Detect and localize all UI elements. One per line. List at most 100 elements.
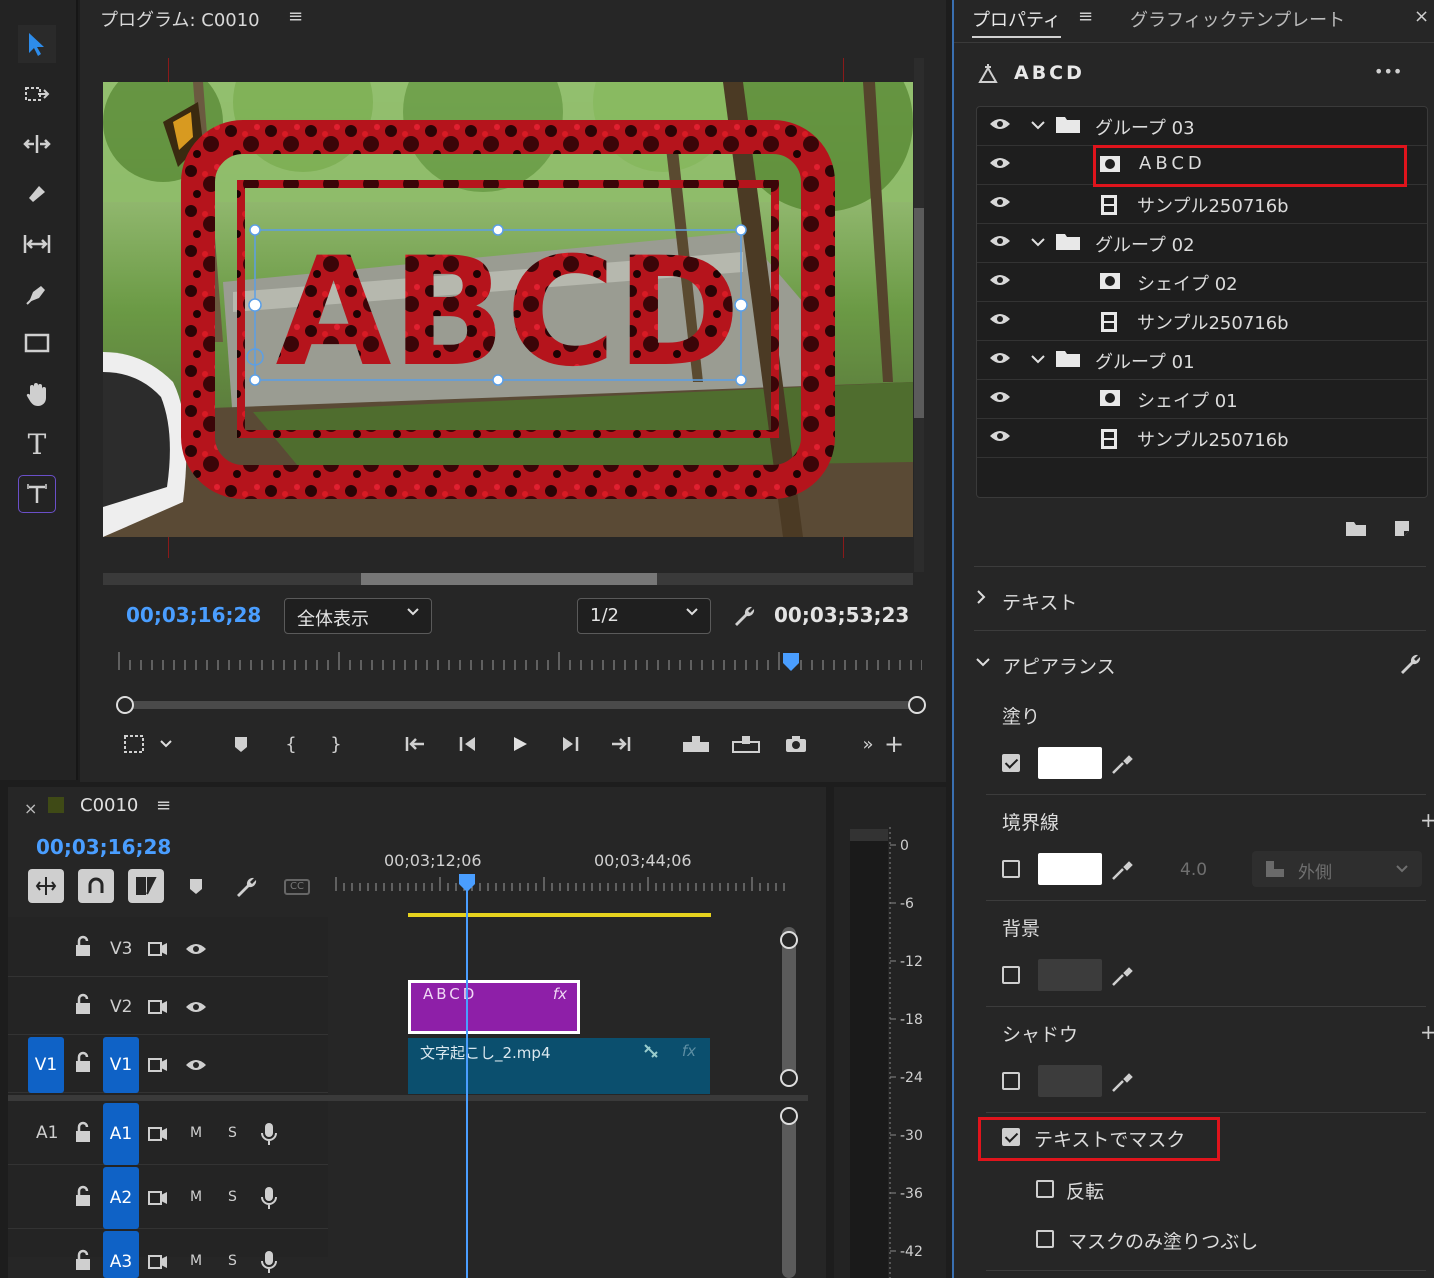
add-marker-icon[interactable] <box>226 728 256 760</box>
layer-row[interactable]: サンプル250716b <box>977 185 1427 224</box>
lock-icon[interactable] <box>74 1249 92 1275</box>
type-tool-icon[interactable]: T <box>18 425 56 463</box>
track-target-a1[interactable]: A1 <box>103 1103 139 1165</box>
solo-button[interactable]: S <box>228 1125 237 1141</box>
solo-button[interactable]: S <box>228 1189 237 1205</box>
mask-only-checkbox[interactable] <box>1036 1230 1054 1248</box>
eyedropper-icon[interactable] <box>1110 964 1134 992</box>
more-controls-icon[interactable]: » <box>856 728 880 760</box>
sequence-tab[interactable]: C0010 <box>80 795 138 816</box>
eye-icon[interactable] <box>989 194 1011 214</box>
video-frame[interactable]: ABCD <box>103 82 913 537</box>
layer-row[interactable]: グループ 01 <box>977 341 1427 380</box>
layer-row[interactable]: サンプル250716b <box>977 419 1427 458</box>
add-button-icon[interactable]: + <box>882 728 906 760</box>
layer-row[interactable]: グループ 02 <box>977 224 1427 263</box>
slip-tool-icon[interactable] <box>18 225 56 263</box>
rectangle-tool-icon[interactable] <box>18 325 56 363</box>
fill-checkbox[interactable] <box>1002 754 1020 772</box>
layer-row[interactable]: サンプル250716b <box>977 302 1427 341</box>
video-track-v1[interactable]: V1 V1 <box>8 1037 328 1093</box>
zoom-handle-left[interactable] <box>116 696 134 714</box>
vertical-scrollbar[interactable] <box>914 58 924 572</box>
audio-track-a2[interactable]: A2 M S <box>8 1167 328 1229</box>
video-track-v2[interactable]: V2 <box>8 979 328 1035</box>
stroke-checkbox[interactable] <box>1002 860 1020 878</box>
source-patch-v1[interactable]: V1 <box>28 1037 64 1093</box>
timeline-timecode[interactable]: 00;03;16;28 <box>36 835 171 859</box>
razor-tool-icon[interactable] <box>18 175 56 213</box>
lift-icon[interactable] <box>676 728 716 760</box>
playhead-handle[interactable] <box>458 873 476 897</box>
track-divider[interactable] <box>8 1095 808 1101</box>
add-shadow-icon[interactable]: + <box>1420 1020 1434 1044</box>
stroke-width-value[interactable]: 4.0 <box>1180 860 1207 880</box>
zoom-scroll-bar[interactable] <box>116 695 926 715</box>
sync-lock-icon[interactable] <box>148 1190 168 1210</box>
playhead-marker[interactable] <box>782 652 800 676</box>
track-target-a3[interactable]: A3 <box>103 1231 139 1278</box>
monitor-time-ruler[interactable] <box>116 650 923 672</box>
work-area-bar[interactable] <box>408 913 711 917</box>
close-icon[interactable]: × <box>1414 6 1429 27</box>
playhead-timecode[interactable]: 00;03;16;28 <box>126 603 261 627</box>
eye-icon[interactable] <box>989 233 1011 253</box>
sync-lock-icon[interactable] <box>148 1057 168 1077</box>
close-icon[interactable]: × <box>24 799 37 818</box>
ripple-edit-tool-icon[interactable] <box>18 125 56 163</box>
background-color-swatch[interactable] <box>1038 959 1102 991</box>
go-to-in-icon[interactable] <box>398 728 434 760</box>
solo-button[interactable]: S <box>228 1253 237 1269</box>
mask-only-label[interactable]: マスクのみ塗りつぶし <box>1068 1227 1434 1254</box>
chevron-right-icon[interactable] <box>974 588 988 610</box>
eyedropper-icon[interactable] <box>1110 858 1134 886</box>
video-track-v3[interactable]: V3 <box>8 921 328 977</box>
audio-tracks-scrollbar[interactable] <box>782 1109 796 1278</box>
captions-icon[interactable]: CC <box>284 879 310 895</box>
lock-icon[interactable] <box>74 1051 92 1077</box>
chevron-down-icon[interactable] <box>1029 230 1047 258</box>
chevron-down-icon[interactable] <box>154 728 178 760</box>
invert-label[interactable]: 反転 <box>1066 1177 1434 1204</box>
sync-lock-icon[interactable] <box>148 941 168 961</box>
microphone-icon[interactable] <box>261 1186 277 1214</box>
sync-lock-icon[interactable] <box>148 1126 168 1146</box>
chevron-down-icon[interactable] <box>1029 347 1047 375</box>
export-frame-icon[interactable] <box>776 728 816 760</box>
add-marker-icon[interactable] <box>188 877 204 899</box>
layer-row[interactable]: ABCD <box>977 145 1427 187</box>
timeline-menu-icon[interactable]: ≡ <box>156 795 171 816</box>
chevron-down-icon[interactable] <box>1029 113 1047 141</box>
new-layer-icon[interactable] <box>1392 518 1412 542</box>
track-select-tool-icon[interactable] <box>18 75 56 113</box>
audio-track-a1[interactable]: A1 A1 M S <box>8 1103 328 1165</box>
section-appearance[interactable]: アピアランス <box>1002 652 1434 679</box>
eye-icon[interactable] <box>989 350 1011 370</box>
scroll-handle[interactable] <box>780 931 798 949</box>
linked-selection-icon[interactable] <box>78 869 114 903</box>
wrench-icon[interactable] <box>234 875 258 903</box>
scroll-handle[interactable] <box>780 1069 798 1087</box>
layer-row[interactable]: シェイプ 02 <box>977 263 1427 302</box>
timeline-time-ruler[interactable] <box>334 875 794 895</box>
mark-in-icon[interactable]: { <box>276 728 306 760</box>
eye-icon[interactable] <box>989 389 1011 409</box>
lock-icon[interactable] <box>74 1185 92 1211</box>
eye-icon[interactable] <box>184 999 208 1019</box>
program-monitor-title[interactable]: プログラム: C0010 <box>100 6 260 32</box>
mark-out-icon[interactable]: } <box>321 728 351 760</box>
track-target-v1[interactable]: V1 <box>103 1037 139 1093</box>
properties-menu-icon[interactable]: ≡ <box>1078 6 1093 27</box>
shadow-checkbox[interactable] <box>1002 1072 1020 1090</box>
eyedropper-icon[interactable] <box>1110 752 1134 780</box>
wrench-icon[interactable] <box>1398 652 1422 680</box>
extract-icon[interactable] <box>726 728 766 760</box>
lock-icon[interactable] <box>74 993 92 1019</box>
resolution-select[interactable]: 1/2 <box>577 598 711 634</box>
video-tracks-scrollbar[interactable] <box>782 927 796 1087</box>
hand-tool-icon[interactable] <box>18 375 56 413</box>
chevron-down-icon[interactable] <box>974 654 992 673</box>
lock-icon[interactable] <box>74 1121 92 1147</box>
invert-checkbox[interactable] <box>1036 1180 1054 1198</box>
snap-icon[interactable] <box>28 869 64 903</box>
